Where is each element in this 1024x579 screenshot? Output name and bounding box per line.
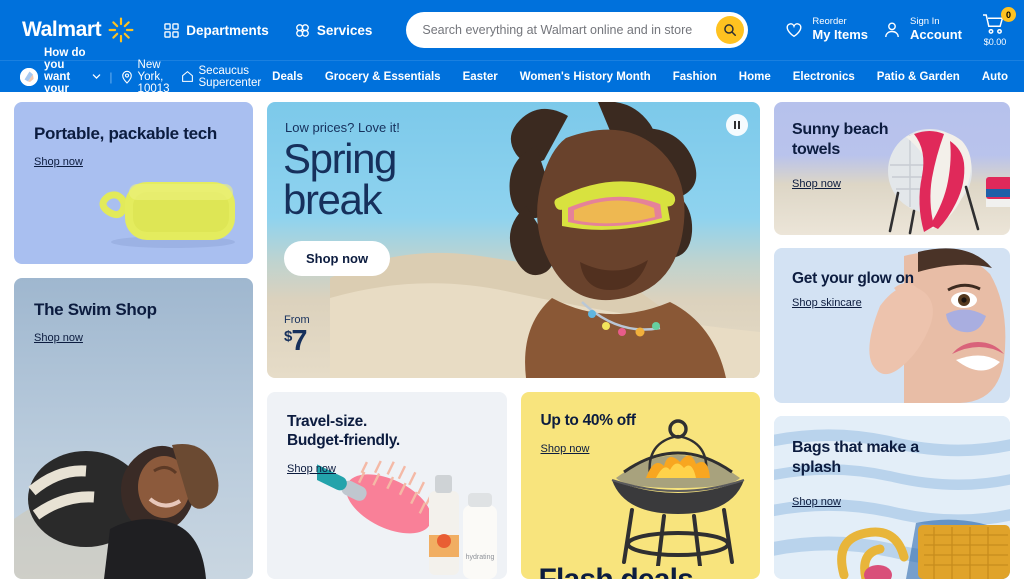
card-swim-shop-cta[interactable]: Shop now: [34, 332, 83, 344]
hero-price-number: 7: [291, 325, 307, 357]
card-travel-size-cta[interactable]: Shop now: [287, 463, 336, 475]
search-input[interactable]: [422, 23, 717, 37]
card-skincare-glow[interactable]: Get your glow on Shop skincare: [774, 248, 1010, 403]
navlink-deals[interactable]: Deals: [261, 71, 314, 83]
left-column: Portable, packable tech Shop now The Swi…: [14, 102, 253, 579]
card-beach-towels-line1: Sunny beach: [792, 121, 889, 138]
my-items-label: My Items: [812, 27, 868, 43]
cart-button[interactable]: 0 $0.00: [982, 7, 1016, 47]
cart-count-badge: 0: [1001, 7, 1016, 22]
card-skincare-glow-cta[interactable]: Shop skincare: [792, 297, 862, 309]
brand-name: Walmart: [22, 18, 102, 41]
nav-departments[interactable]: Departments: [164, 23, 269, 38]
store-label: Secaucus Supercenter: [198, 64, 262, 89]
card-portable-tech-cta[interactable]: Shop now: [34, 156, 83, 168]
navlink-home[interactable]: Home: [728, 71, 782, 83]
sub-navigation: How do you want your items? | New York, …: [0, 47, 1024, 107]
reorder-my-items[interactable]: Reorder My Items: [784, 17, 868, 42]
fulfillment-icon: [20, 67, 38, 86]
location-label: New York, 10013: [137, 58, 170, 95]
middle-column: Low prices? Love it! Spring break Shop n…: [267, 102, 760, 579]
cart-icon: 0: [982, 7, 1016, 35]
card-beach-towels-title: Sunny beach towels: [792, 120, 889, 159]
card-beach-bags-cta[interactable]: Shop now: [792, 496, 841, 508]
nav-departments-label: Departments: [186, 22, 269, 38]
pause-bar-right: [738, 121, 740, 129]
card-flash-deals[interactable]: Up to 40% off Shop now: [520, 392, 760, 579]
navlink-fashion[interactable]: Fashion: [662, 71, 728, 83]
navlink-electronics[interactable]: Electronics: [782, 71, 866, 83]
hero-shop-now-button[interactable]: Shop now: [284, 241, 391, 276]
heart-icon: [784, 20, 804, 40]
search-bar: [406, 12, 749, 48]
hero-title-line2: break: [283, 176, 382, 224]
navlink-easter[interactable]: Easter: [452, 71, 509, 83]
chevron-down-icon: [92, 72, 101, 81]
svg-text:hydrating: hydrating: [465, 554, 494, 561]
hero-eyebrow: Low prices? Love it!: [285, 120, 400, 135]
user-icon: [882, 20, 902, 40]
middle-bottom-row: Travel-size. Budget-friendly. Shop now h…: [267, 392, 760, 579]
hero-title: Spring break: [283, 135, 397, 224]
grid-icon: [164, 22, 179, 38]
hero-price-value: $7: [284, 325, 307, 357]
fulfillment-selector[interactable]: How do you want your items?: [20, 47, 101, 107]
card-travel-size[interactable]: Travel-size. Budget-friendly. Shop now h…: [267, 392, 507, 579]
hero-price: From $7: [284, 315, 310, 356]
carousel-pause-button[interactable]: [726, 114, 748, 136]
swim-model-image: [14, 379, 253, 579]
card-swim-shop-title: The Swim Shop: [34, 300, 157, 319]
card-beach-towels[interactable]: Sunny beach towels Shop now: [774, 102, 1010, 235]
card-flash-deals-cta[interactable]: Shop now: [541, 443, 590, 455]
card-beach-towels-cta[interactable]: Shop now: [792, 178, 841, 190]
card-swim-shop[interactable]: The Swim Shop Shop now: [14, 278, 253, 579]
navlink-womens-history-month[interactable]: Women's History Month: [509, 71, 662, 83]
spark-icon: [108, 17, 134, 43]
card-travel-size-title: Travel-size. Budget-friendly.: [287, 412, 400, 451]
navlink-grocery-essentials[interactable]: Grocery & Essentials: [314, 71, 452, 83]
navlink-auto[interactable]: Auto: [971, 71, 1008, 83]
right-column: Sunny beach towels Shop now Get your glo…: [774, 102, 1010, 579]
category-links: Deals Grocery & Essentials Easter Women'…: [261, 71, 1008, 83]
nav-services-label: Services: [316, 22, 373, 38]
site-header: Walmart Departments Services Search ever…: [0, 0, 1024, 60]
account-label: Account: [910, 27, 962, 43]
card-flash-deals-bottom-text: Flash deals: [539, 563, 694, 579]
services-icon: [295, 23, 310, 38]
fulfillment-label: How do you want your items?: [44, 46, 86, 107]
nav-services[interactable]: Services: [295, 22, 373, 38]
speaker-product-image: [93, 160, 241, 248]
subnav-divider: |: [109, 69, 113, 84]
cart-amount: $0.00: [983, 37, 1007, 47]
fire-pit-image: [598, 416, 758, 566]
card-beach-towels-line2: towels: [792, 140, 840, 158]
search-button[interactable]: [716, 16, 745, 44]
travel-products-image: hydrating: [316, 449, 507, 579]
location-pin-icon: [121, 70, 133, 84]
pause-bar-left: [734, 121, 736, 129]
card-travel-size-line2: Budget-friendly.: [287, 432, 400, 450]
account-signin[interactable]: Sign In Account: [882, 17, 962, 42]
main-content: Portable, packable tech Shop now The Swi…: [0, 92, 1024, 579]
card-travel-size-line1: Travel-size.: [287, 413, 367, 430]
walmart-logo[interactable]: Walmart: [22, 17, 134, 43]
store-selector[interactable]: Secaucus Supercenter: [181, 64, 262, 89]
location-selector[interactable]: New York, 10013: [121, 59, 170, 95]
hero-banner-spring-break[interactable]: Low prices? Love it! Spring break Shop n…: [267, 102, 760, 378]
card-flash-deals-title: Up to 40% off: [540, 412, 636, 429]
card-beach-bags[interactable]: Bags that make a splash Shop now: [774, 416, 1010, 579]
navlink-patio-garden[interactable]: Patio & Garden: [866, 71, 971, 83]
store-icon: [181, 70, 194, 83]
hero-title-line1: Spring: [283, 135, 397, 182]
card-portable-tech[interactable]: Portable, packable tech Shop now: [14, 102, 253, 264]
card-beach-bags-line2: splash: [792, 459, 841, 476]
card-beach-bags-line1: Bags that make a: [792, 439, 919, 456]
beach-chair-towel-image: [870, 115, 1010, 235]
card-skincare-glow-title: Get your glow on: [792, 270, 914, 287]
woven-bag-image: [820, 509, 1010, 579]
card-portable-tech-title: Portable, packable tech: [34, 124, 218, 143]
card-beach-bags-title: Bags that make a splash: [792, 438, 919, 478]
